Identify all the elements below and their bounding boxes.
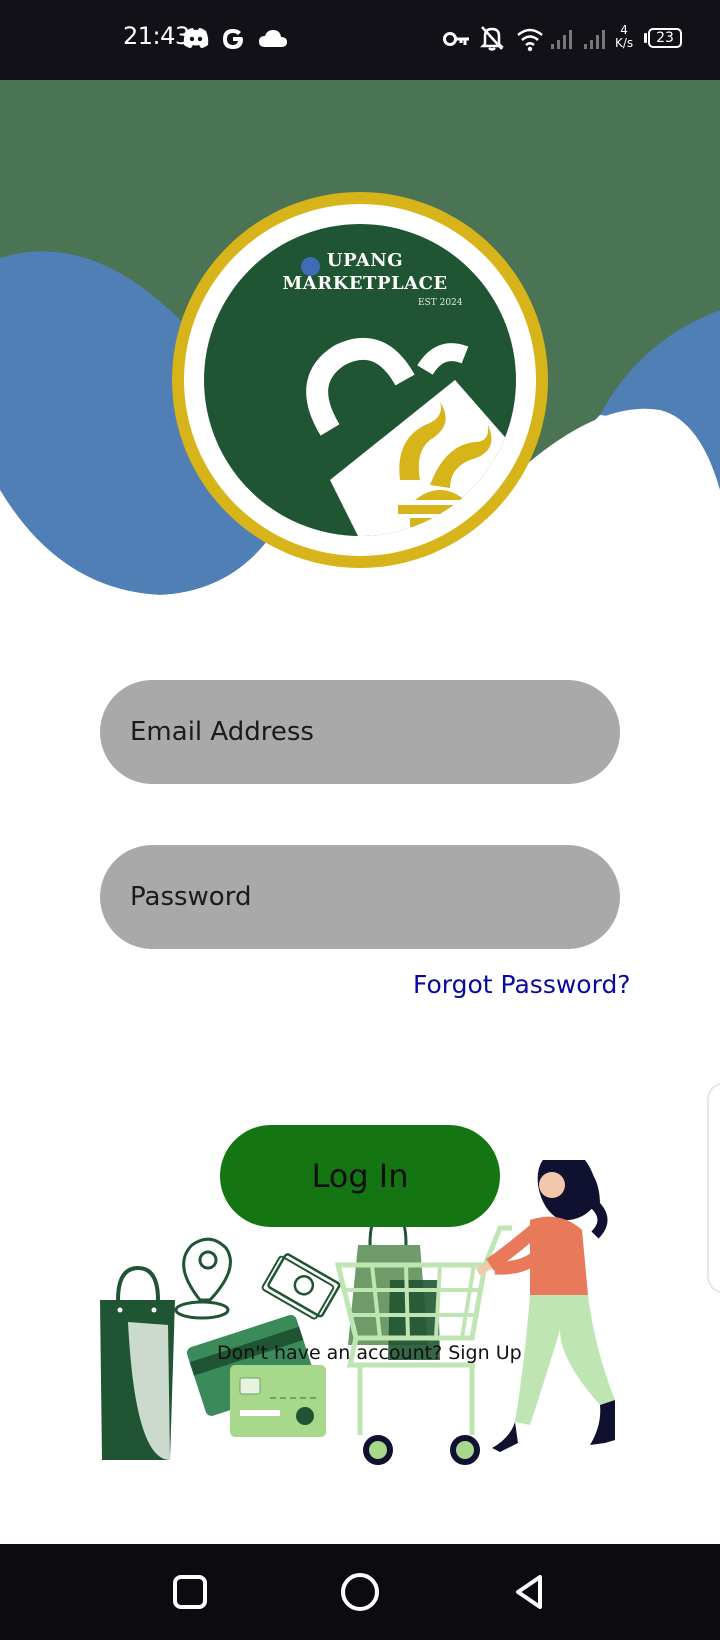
google-icon xyxy=(223,29,243,49)
battery-icon: 23 xyxy=(648,28,682,48)
signal-icon xyxy=(584,30,605,49)
notifications-off-icon xyxy=(479,26,505,51)
email-field[interactable] xyxy=(100,680,620,784)
signup-prompt-line: Don't have an account? Sign Up xyxy=(217,1342,522,1364)
navigation-bar xyxy=(0,1544,720,1640)
home-circle-icon[interactable] xyxy=(336,1568,384,1616)
forgot-password-link[interactable]: Forgot Password? xyxy=(413,970,631,999)
recents-square-icon[interactable] xyxy=(166,1568,214,1616)
logo-line-2: MARKETPLACE xyxy=(282,273,448,294)
net-speed-unit: K/s xyxy=(615,36,634,50)
logo-title: UPANG MARKETPLACE xyxy=(250,250,480,294)
cloud-icon xyxy=(259,30,287,47)
status-time: 21:43 xyxy=(123,22,190,50)
wifi-icon xyxy=(517,28,543,52)
battery-tip xyxy=(644,33,647,43)
signal-icon xyxy=(551,30,572,49)
password-field[interactable] xyxy=(100,845,620,949)
header-wave-art xyxy=(0,80,720,620)
edge-panel-handle[interactable] xyxy=(707,1082,720,1294)
signup-prompt: Don't have an account? xyxy=(217,1342,443,1364)
vpn-key-icon xyxy=(443,32,469,46)
status-bar: 21:43 4 K/s 23 xyxy=(0,0,720,80)
logo-line-1: UPANG xyxy=(326,250,404,271)
signup-link[interactable]: Sign Up xyxy=(448,1342,521,1364)
logo-established: EST 2024 xyxy=(418,298,463,308)
login-button[interactable]: Log In xyxy=(220,1125,500,1227)
discord-icon xyxy=(183,28,209,48)
net-speed: 4 K/s xyxy=(615,24,633,50)
back-triangle-icon[interactable] xyxy=(506,1568,554,1616)
